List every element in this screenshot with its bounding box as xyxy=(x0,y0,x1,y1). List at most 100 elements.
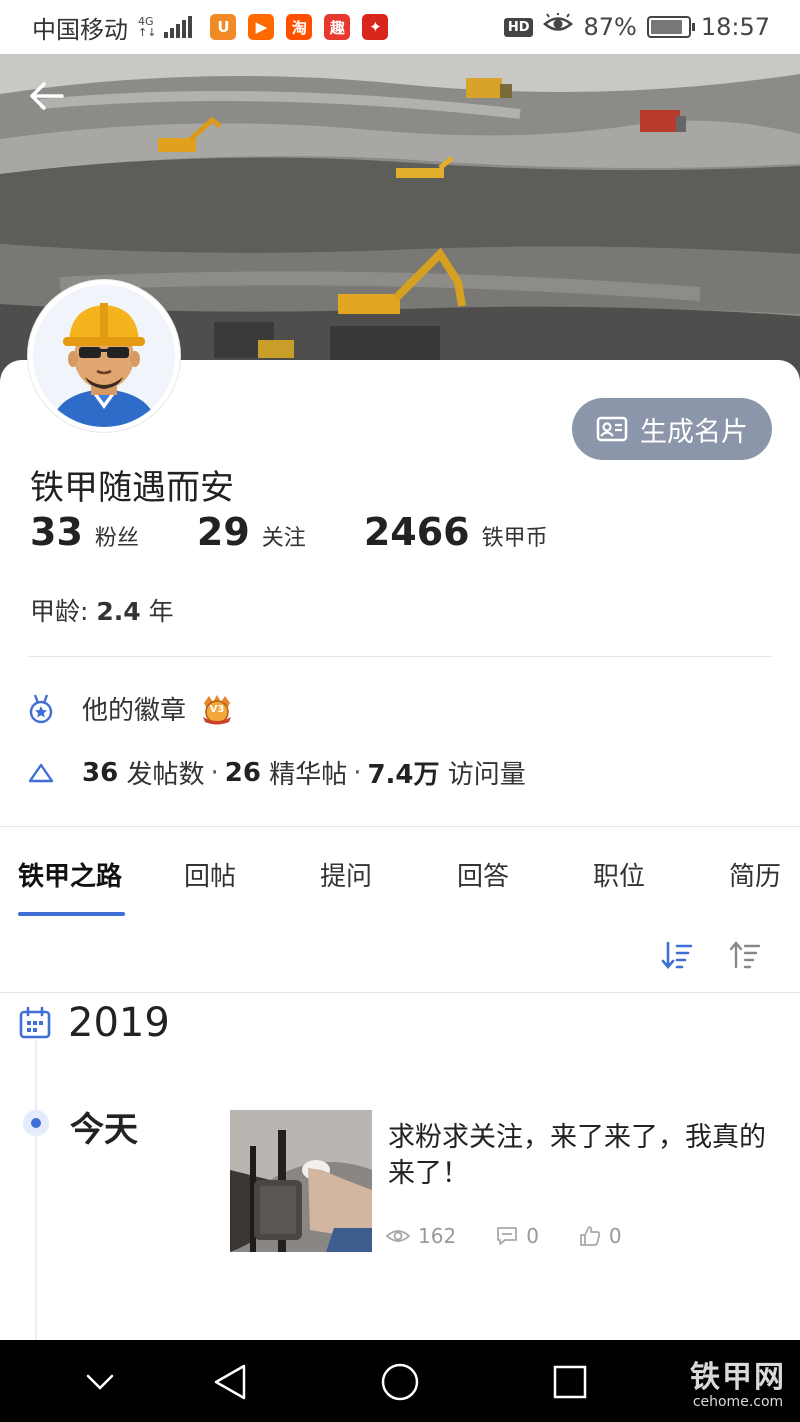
sort-descending-button[interactable] xyxy=(660,938,694,972)
watermark: 铁甲网 cehome.com xyxy=(690,1352,786,1410)
watermark-brand: 铁甲网 xyxy=(690,1360,786,1395)
posts-count: 36 xyxy=(82,757,119,788)
eye-comfort-icon xyxy=(543,12,574,41)
id-card-icon xyxy=(596,416,628,442)
taobao-icon: 淘 xyxy=(286,14,313,40)
timeline-line xyxy=(35,1040,37,1360)
likes-count: 0 xyxy=(608,1224,622,1248)
views-stat: 162 xyxy=(386,1224,456,1248)
membership-age: 甲龄: 2.4 年 xyxy=(30,592,174,628)
chevron-down-icon xyxy=(86,1374,114,1390)
watermark-domain: cehome.com xyxy=(692,1394,784,1410)
coins-stat[interactable]: 2466 铁甲币 xyxy=(364,510,548,554)
timeline-dot xyxy=(23,1110,49,1136)
age-unit: 年 xyxy=(148,597,174,626)
nav-recents-button[interactable] xyxy=(548,1360,592,1404)
uc-browser-icon: U xyxy=(210,14,237,40)
tab-resume[interactable]: 简历 xyxy=(729,856,781,893)
comments-stat[interactable]: 0 xyxy=(496,1224,539,1248)
medal-icon xyxy=(26,694,56,724)
profile-card: 生成名片 铁甲随遇而安 33 粉丝 29 关注 2466 铁甲币 甲龄: 2.4… xyxy=(0,360,800,1360)
calendar-icon xyxy=(19,1006,51,1039)
nav-collapse-button[interactable] xyxy=(78,1360,122,1404)
battery-icon xyxy=(646,16,695,38)
follow-stats: 33 粉丝 29 关注 2466 铁甲币 xyxy=(30,510,606,554)
v3-badge-text: V3 xyxy=(209,704,225,715)
timeline-year: 2019 xyxy=(18,1000,170,1046)
coins-count: 2466 xyxy=(363,510,470,554)
views-count: 162 xyxy=(418,1224,457,1248)
following-label: 关注 xyxy=(261,526,306,551)
badges-row[interactable]: 他的徽章 V3 xyxy=(26,690,234,727)
network-type: 4G ↑↓ xyxy=(138,16,156,38)
comments-count: 0 xyxy=(526,1224,539,1248)
year-label: 2019 xyxy=(68,1000,170,1046)
signal-icon xyxy=(164,16,193,38)
clock: 18:57 xyxy=(700,13,770,41)
worker-avatar-icon xyxy=(33,285,175,427)
v3-badge-icon[interactable]: V3 xyxy=(200,693,234,725)
back-button[interactable] xyxy=(30,82,76,122)
network-activity: ↑↓ xyxy=(138,26,157,39)
separator: · xyxy=(353,757,362,788)
system-nav-bar: 铁甲网 cehome.com xyxy=(0,1340,800,1422)
tab-questions[interactable]: 提问 xyxy=(320,856,372,893)
post-meta: 162 0 0 xyxy=(386,1224,662,1248)
video-app-icon: ▶ xyxy=(248,14,275,40)
fans-label: 粉丝 xyxy=(94,526,139,551)
post-stats-row: 36 发帖数 · 26 精华帖 · 7.4万 访问量 xyxy=(26,754,526,791)
fans-count: 33 xyxy=(30,510,83,554)
age-label: 甲龄: xyxy=(30,597,89,626)
badges-label: 他的徽章 xyxy=(82,696,187,726)
circle-home-icon xyxy=(381,1363,419,1401)
active-tab-indicator xyxy=(18,912,125,916)
section-divider xyxy=(0,826,800,827)
carrier-name: 中国移动 xyxy=(32,15,128,44)
separator: · xyxy=(210,757,219,788)
app-4-icon: 趣 xyxy=(324,14,351,40)
tab-answers[interactable]: 回答 xyxy=(457,856,509,893)
day-label: 今天 xyxy=(70,1110,138,1150)
following-count: 29 xyxy=(196,510,250,554)
featured-label: 精华帖 xyxy=(269,760,348,790)
thumbs-up-icon xyxy=(580,1226,601,1246)
generate-card-label: 生成名片 xyxy=(640,416,748,448)
list-divider xyxy=(0,992,800,993)
status-bar: 中国移动 4G ↑↓ U ▶ 淘 趣 ✦ HD 87% 18:57 xyxy=(0,0,800,54)
coins-label: 铁甲币 xyxy=(481,526,548,551)
divider xyxy=(28,656,772,657)
post-title[interactable]: 求粉求关注，来了来了，我真的来了！ xyxy=(388,1120,768,1192)
visits-label: 访问量 xyxy=(447,760,526,790)
app-5-icon: ✦ xyxy=(362,14,389,40)
avatar[interactable] xyxy=(28,280,180,432)
comment-icon xyxy=(497,1227,518,1245)
generate-card-button[interactable]: 生成名片 xyxy=(572,398,772,460)
nav-home-button[interactable] xyxy=(378,1360,422,1404)
sort-descending-icon xyxy=(661,941,693,970)
sort-ascending-icon xyxy=(729,941,761,969)
following-stat[interactable]: 29 关注 xyxy=(197,510,306,554)
fans-stat[interactable]: 33 粉丝 xyxy=(30,510,139,554)
eye-icon xyxy=(386,1230,410,1242)
back-arrow-icon xyxy=(30,82,64,110)
battery-percent: 87% xyxy=(583,13,637,41)
nav-back-button[interactable] xyxy=(208,1360,252,1404)
likes-stat[interactable]: 0 xyxy=(579,1224,622,1248)
featured-count: 26 xyxy=(224,757,261,788)
cab-photo xyxy=(230,1110,372,1252)
tab-replies[interactable]: 回帖 xyxy=(184,856,236,893)
sort-ascending-button[interactable] xyxy=(728,938,762,972)
user-name: 铁甲随遇而安 xyxy=(30,468,234,508)
profile-page: 中国移动 4G ↑↓ U ▶ 淘 趣 ✦ HD 87% 18:57 生成名片 铁… xyxy=(0,0,800,1422)
age-value: 2.4 xyxy=(96,597,141,626)
profile-tabs: 铁甲之路 回帖 提问 回答 职位 简历 xyxy=(0,830,800,920)
tab-jobs[interactable]: 职位 xyxy=(593,856,645,893)
status-right: HD 87% 18:57 xyxy=(503,12,770,41)
triangle-back-icon xyxy=(214,1364,246,1400)
tab-road[interactable]: 铁甲之路 xyxy=(18,856,122,893)
triangle-icon xyxy=(26,758,56,788)
visits-count: 7.4万 xyxy=(367,760,440,790)
post-thumbnail[interactable] xyxy=(230,1110,372,1252)
posts-label: 发帖数 xyxy=(126,760,205,790)
status-left: 中国移动 4G ↑↓ U ▶ 淘 趣 ✦ xyxy=(32,10,389,45)
